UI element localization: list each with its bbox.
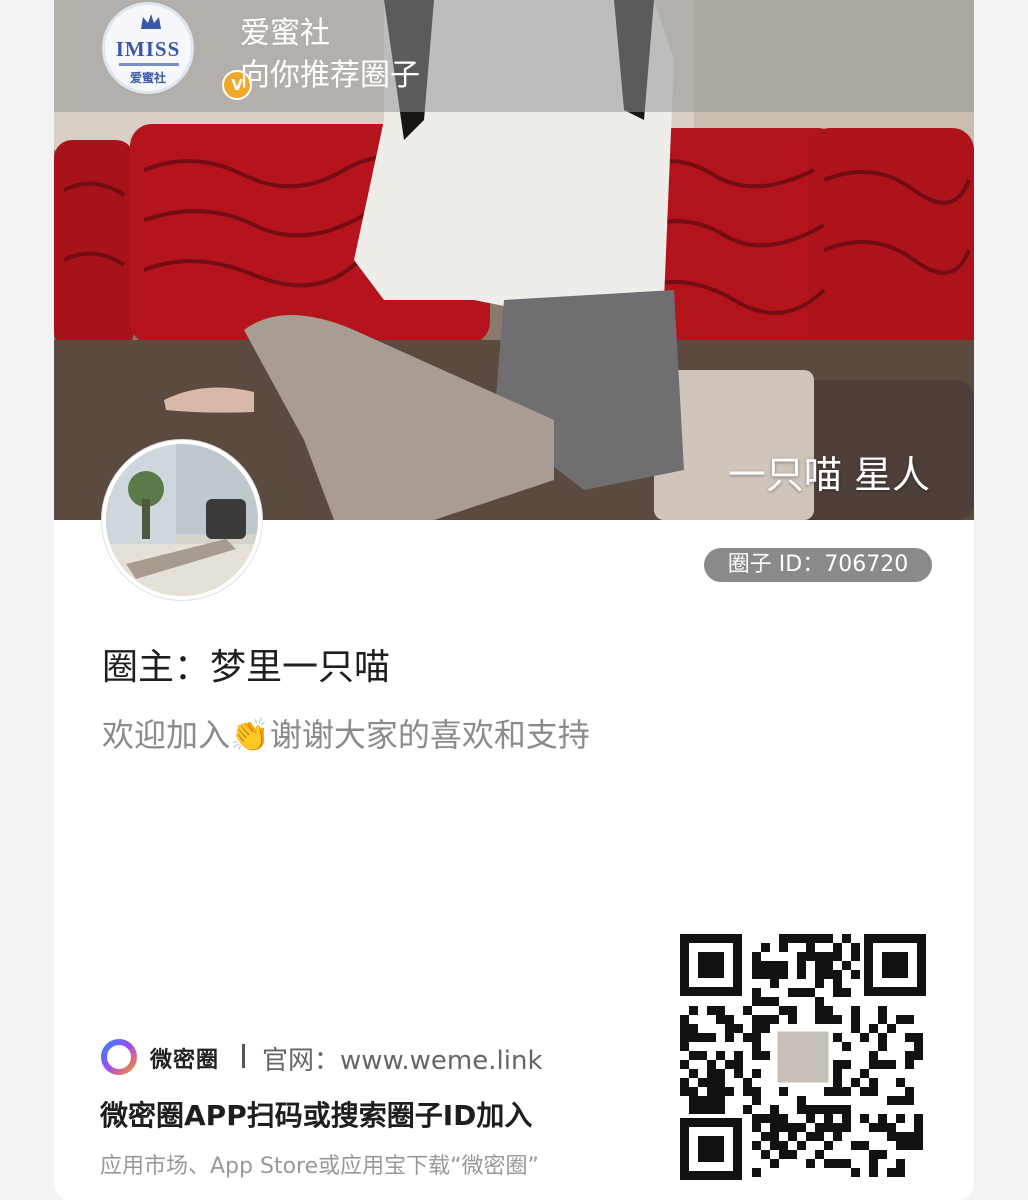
store-instruction: 应用市场、App Store或应用宝下载“微密圈” [100,1154,539,1179]
circle-id-badge[interactable]: 圈子 ID：706720 [704,548,932,582]
weme-logo-icon [101,1039,137,1075]
avatar[interactable] [102,440,262,600]
website-link[interactable]: 官网：www.weme.link [262,1040,543,1077]
circle-card: IMISS 爱蜜社 V 爱蜜社 向你推荐圈子 一只喵 星人 圈子 ID：7067… [54,0,974,1200]
logo-wordmark: IMISS [115,37,181,61]
app-name: 微密圈 [150,1048,220,1073]
brand-name[interactable]: 爱蜜社 [240,8,330,52]
avatar-image [106,444,258,596]
logo-divider [119,63,179,66]
qr-code-image [680,934,926,1180]
brand-subtitle: 向你推荐圈子 [240,58,420,93]
circle-title: 一只喵 星人 [727,453,930,497]
scan-instruction: 微密圈APP扫码或搜索圈子ID加入 [100,1099,533,1132]
crown-icon [141,14,161,29]
qr-code[interactable] [680,934,926,1180]
circle-description: 欢迎加入👏谢谢大家的喜欢和支持 [102,716,590,754]
owner-name: 圈主：梦里一只喵 [102,647,391,688]
logo-cn-text: 爱蜜社 [129,71,166,85]
divider [242,1044,245,1068]
brand-logo[interactable]: IMISS 爱蜜社 [102,2,194,94]
